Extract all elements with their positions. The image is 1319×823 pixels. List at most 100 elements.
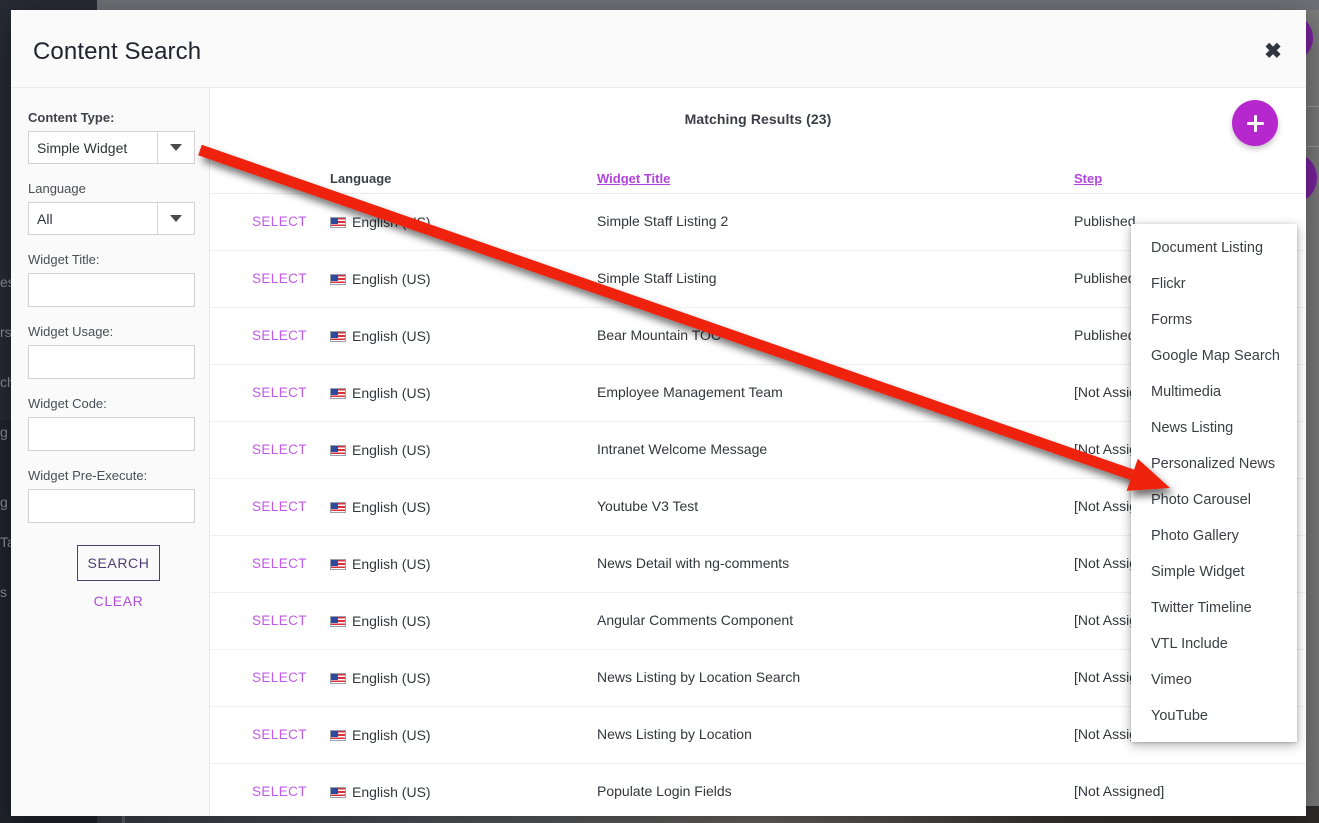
language-cell: English (US) <box>330 670 597 686</box>
language-name: English (US) <box>352 613 431 629</box>
dropdown-item-twitter-timeline[interactable]: Twitter Timeline <box>1131 590 1297 626</box>
language-cell: English (US) <box>330 613 597 629</box>
widget-title-cell: Simple Staff Listing <box>597 270 717 286</box>
us-flag-icon <box>330 673 346 684</box>
select-row-link[interactable]: SELECT <box>252 613 307 628</box>
select-row-link[interactable]: SELECT <box>252 556 307 571</box>
widget-title-cell: News Listing by Location Search <box>597 669 800 685</box>
dropdown-item-photo-gallery[interactable]: Photo Gallery <box>1131 518 1297 554</box>
widget-usage-input[interactable] <box>28 345 195 379</box>
search-button[interactable]: SEARCH <box>77 545 160 581</box>
language-cell: English (US) <box>330 214 597 230</box>
widget-code-input[interactable] <box>28 417 195 451</box>
language-label: Language <box>28 181 209 196</box>
select-row-link[interactable]: SELECT <box>252 784 307 799</box>
us-flag-icon <box>330 502 346 513</box>
widget-title-cell: Simple Staff Listing 2 <box>597 213 728 229</box>
dropdown-items: Document ListingFlickrFormsGoogle Map Se… <box>1131 230 1297 734</box>
language-name: English (US) <box>352 328 431 344</box>
table-row[interactable]: SELECT English (US) Populate Login Fields [… <box>210 764 1306 816</box>
dropdown-item-flickr[interactable]: Flickr <box>1131 266 1297 302</box>
us-flag-icon <box>330 616 346 627</box>
close-icon[interactable]: ✖ <box>1256 34 1290 68</box>
widget-title-cell: News Listing by Location <box>597 726 752 742</box>
clear-button[interactable]: CLEAR <box>94 593 144 609</box>
language-cell: English (US) <box>330 784 597 800</box>
language-name: English (US) <box>352 556 431 572</box>
widget-title-cell: Angular Comments Component <box>597 612 793 628</box>
widget-pre-execute-label: Widget Pre-Execute: <box>28 468 209 483</box>
us-flag-icon <box>330 559 346 570</box>
us-flag-icon <box>330 388 346 399</box>
us-flag-icon <box>330 217 346 228</box>
add-content-button[interactable] <box>1232 100 1278 146</box>
language-value[interactable]: All <box>28 202 157 235</box>
dropdown-item-photo-carousel[interactable]: Photo Carousel <box>1131 482 1297 518</box>
language-cell: English (US) <box>330 328 597 344</box>
chevron-down-icon[interactable] <box>157 131 195 164</box>
step-cell: Published <box>1074 270 1136 286</box>
column-header-widget-title[interactable]: Widget Title <box>597 171 1074 186</box>
search-filters-panel: Content Type: Simple Widget Language All… <box>11 88 210 816</box>
us-flag-icon <box>330 274 346 285</box>
background-topbar <box>97 0 1319 10</box>
select-row-link[interactable]: SELECT <box>252 442 307 457</box>
dropdown-item-personalized-news[interactable]: Personalized News <box>1131 446 1297 482</box>
matching-results-count: Matching Results (23) <box>210 111 1306 127</box>
plus-icon <box>1254 115 1257 132</box>
language-name: English (US) <box>352 784 431 800</box>
language-cell: English (US) <box>330 271 597 287</box>
language-select[interactable]: All <box>28 202 195 235</box>
widget-title-input[interactable] <box>28 273 195 307</box>
page-title: Content Search <box>33 38 201 66</box>
dropdown-item-news-listing[interactable]: News Listing <box>1131 410 1297 446</box>
widget-title-cell: News Detail with ng-comments <box>597 555 789 571</box>
dropdown-item-simple-widget[interactable]: Simple Widget <box>1131 554 1297 590</box>
us-flag-icon <box>330 445 346 456</box>
language-name: English (US) <box>352 271 431 287</box>
dropdown-item-google-map-search[interactable]: Google Map Search <box>1131 338 1297 374</box>
language-cell: English (US) <box>330 442 597 458</box>
language-cell: English (US) <box>330 556 597 572</box>
content-search-modal: Content Search ✖ Content Type: Simple Wi… <box>11 10 1306 816</box>
dropdown-item-vtl-include[interactable]: VTL Include <box>1131 626 1297 662</box>
modal-body: Content Type: Simple Widget Language All… <box>11 88 1306 816</box>
select-row-link[interactable]: SELECT <box>252 214 307 229</box>
widget-title-cell: Populate Login Fields <box>597 783 732 799</box>
language-cell: English (US) <box>330 385 597 401</box>
language-name: English (US) <box>352 727 431 743</box>
content-type-label: Content Type: <box>28 110 209 125</box>
select-row-link[interactable]: SELECT <box>252 670 307 685</box>
step-cell: [Not Assigned] <box>1074 783 1164 799</box>
language-name: English (US) <box>352 385 431 401</box>
table-header-row: Language Widget Title Step <box>210 163 1306 194</box>
widget-pre-execute-input[interactable] <box>28 489 195 523</box>
column-header-step[interactable]: Step <box>1074 171 1306 186</box>
us-flag-icon <box>330 331 346 342</box>
content-type-select[interactable]: Simple Widget <box>28 131 195 164</box>
step-cell: Published <box>1074 213 1136 229</box>
select-row-link[interactable]: SELECT <box>252 328 307 343</box>
language-name: English (US) <box>352 499 431 515</box>
content-type-dropdown-menu[interactable]: Document ListingFlickrFormsGoogle Map Se… <box>1131 224 1297 742</box>
select-row-link[interactable]: SELECT <box>252 727 307 742</box>
content-type-value[interactable]: Simple Widget <box>28 131 157 164</box>
dropdown-item-multimedia[interactable]: Multimedia <box>1131 374 1297 410</box>
language-cell: English (US) <box>330 727 597 743</box>
widget-title-cell: Youtube V3 Test <box>597 498 698 514</box>
dropdown-item-forms[interactable]: Forms <box>1131 302 1297 338</box>
select-row-link[interactable]: SELECT <box>252 499 307 514</box>
select-row-link[interactable]: SELECT <box>252 385 307 400</box>
step-cell: Published <box>1074 327 1136 343</box>
widget-usage-label: Widget Usage: <box>28 324 209 339</box>
chevron-down-icon[interactable] <box>157 202 195 235</box>
widget-title-cell: Bear Mountain TOC <box>597 327 721 343</box>
dropdown-item-vimeo[interactable]: Vimeo <box>1131 662 1297 698</box>
widget-title-cell: Intranet Welcome Message <box>597 441 767 457</box>
dropdown-item-youtube[interactable]: YouTube <box>1131 698 1297 734</box>
select-row-link[interactable]: SELECT <box>252 271 307 286</box>
dropdown-item-document-listing[interactable]: Document Listing <box>1131 230 1297 266</box>
widget-title-cell: Employee Management Team <box>597 384 783 400</box>
us-flag-icon <box>330 730 346 741</box>
language-name: English (US) <box>352 442 431 458</box>
